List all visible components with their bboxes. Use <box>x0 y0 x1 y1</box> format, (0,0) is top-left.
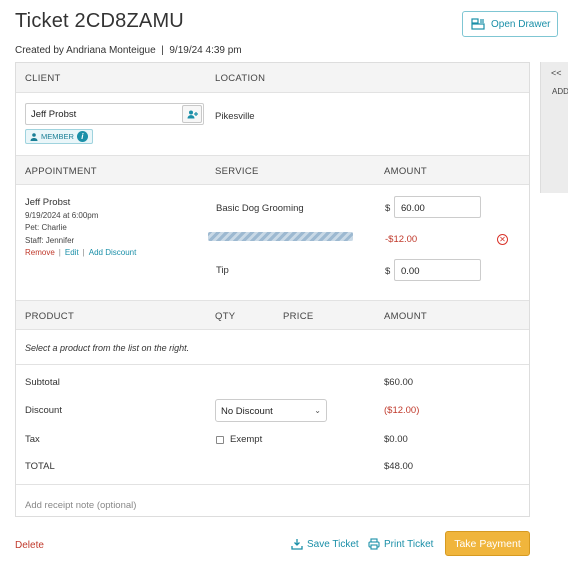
created-by-text: Created by Andriana Monteigue | 9/19/24 … <box>15 45 242 56</box>
subtotal-label: Subtotal <box>25 377 60 388</box>
location-value: Pikesville <box>215 111 255 122</box>
delete-link[interactable]: Delete <box>15 540 44 551</box>
info-icon[interactable]: i <box>76 131 88 142</box>
member-label: MEMBER <box>41 132 74 141</box>
empty-products-message: Select a product from the list on the ri… <box>25 343 190 353</box>
add-items-tab[interactable]: << ADD ITEMS <box>540 62 568 193</box>
appointment-client-name: Jeff Probst <box>25 197 71 208</box>
member-badge[interactable]: MEMBER i <box>25 129 93 144</box>
service-amount-input[interactable]: 60.00 <box>394 196 481 218</box>
appointment-staff: Staff: Jennifer <box>25 236 75 245</box>
take-payment-button[interactable]: Take Payment <box>445 531 530 556</box>
appointment-date: 9/19/2024 at 6:00pm <box>25 211 99 220</box>
appointment-actions: Remove | Edit | Add Discount <box>25 248 137 257</box>
edit-link[interactable]: Edit <box>65 248 79 257</box>
download-icon <box>291 539 303 550</box>
print-ticket-button[interactable]: Print Ticket <box>368 538 433 550</box>
service-name: Basic Dog Grooming <box>216 203 304 214</box>
total-label: TOTAL <box>25 461 55 472</box>
col-amount: AMOUNT <box>384 311 427 322</box>
redacted-discount-name <box>208 232 353 241</box>
add-client-button[interactable] <box>182 105 202 123</box>
discount-select[interactable]: No Discount ⌄ <box>215 399 327 422</box>
client-field[interactable]: Jeff Probst <box>25 103 204 125</box>
open-drawer-button[interactable]: Open Drawer <box>462 11 558 37</box>
total-value: $48.00 <box>384 461 414 472</box>
remove-link[interactable]: Remove <box>25 248 55 257</box>
exempt-label: Exempt <box>230 434 263 445</box>
print-ticket-label: Print Ticket <box>384 538 434 550</box>
col-appointment: APPOINTMENT <box>25 166 97 177</box>
currency-symbol: $ <box>385 266 391 277</box>
currency-symbol: $ <box>385 203 391 214</box>
user-icon <box>30 132 38 141</box>
cash-register-icon <box>471 18 485 30</box>
col-price: PRICE <box>283 311 314 322</box>
remove-discount-icon[interactable]: ✕ <box>497 234 508 245</box>
product-header: PRODUCT QTY PRICE AMOUNT <box>16 300 529 330</box>
subtotal-value: $60.00 <box>384 377 414 388</box>
col-location: LOCATION <box>215 73 266 84</box>
add-items-label: ADD ITEMS <box>552 87 568 96</box>
page-title: Ticket 2CD8ZAMU <box>15 10 184 32</box>
printer-icon <box>368 538 380 550</box>
tip-amount-input[interactable]: 0.00 <box>394 259 481 281</box>
col-client: CLIENT <box>25 73 61 84</box>
col-product: PRODUCT <box>25 311 75 322</box>
add-discount-link[interactable]: Add Discount <box>89 248 137 257</box>
discount-select-value: No Discount <box>221 406 273 417</box>
exempt-checkbox[interactable] <box>216 436 224 444</box>
discount-total: ($12.00) <box>384 405 420 416</box>
receipt-note-input[interactable]: Add receipt note (optional) <box>25 500 136 511</box>
divider <box>16 484 529 485</box>
collapse-chevron-icon: << <box>551 68 562 78</box>
tax-value: $0.00 <box>384 434 408 445</box>
discount-label: Discount <box>25 405 62 416</box>
tax-label: Tax <box>25 434 40 445</box>
discount-amount: -$12.00 <box>385 234 418 245</box>
save-ticket-label: Save Ticket <box>307 538 359 550</box>
add-user-icon <box>187 110 198 118</box>
client-header: CLIENT LOCATION <box>16 63 529 93</box>
col-qty: QTY <box>215 311 236 322</box>
tip-label: Tip <box>216 265 229 276</box>
col-service: SERVICE <box>215 166 259 177</box>
save-ticket-button[interactable]: Save Ticket <box>291 538 359 550</box>
appointment-pet: Pet: Charlie <box>25 223 67 232</box>
col-amount: AMOUNT <box>384 166 427 177</box>
open-drawer-label: Open Drawer <box>491 18 551 30</box>
appointment-header: APPOINTMENT SERVICE AMOUNT <box>16 155 529 185</box>
ticket-panel: CLIENT LOCATION Jeff Probst MEMBER i Pik… <box>15 62 530 517</box>
divider <box>16 364 529 365</box>
chevron-down-icon: ⌄ <box>314 406 321 415</box>
